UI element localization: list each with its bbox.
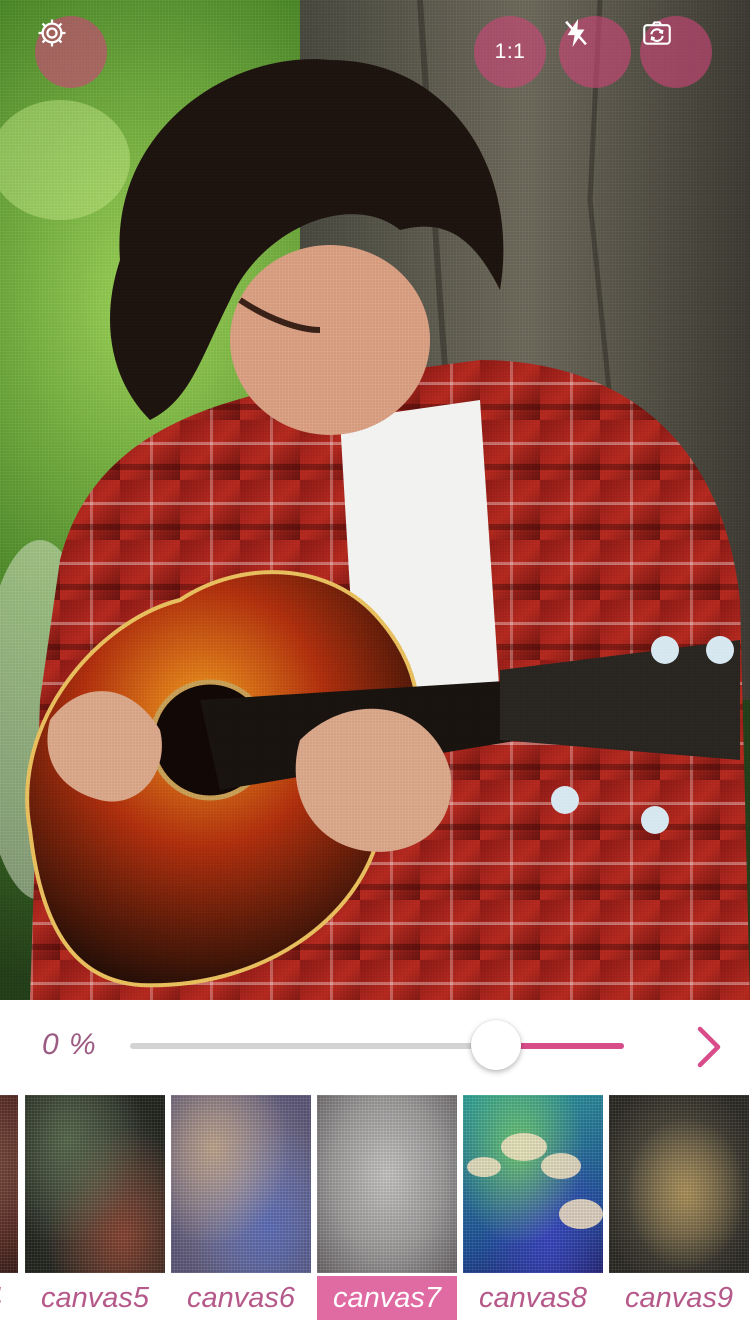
filter-thumbnail [171, 1095, 311, 1273]
filter-label: canvas4 [0, 1276, 18, 1320]
bokeh-spot [467, 1157, 501, 1177]
filter-label: canvas7 [317, 1276, 457, 1320]
flash-off-icon [565, 18, 587, 48]
intensity-slider-thumb[interactable] [470, 1020, 521, 1070]
intensity-control: 0 % [0, 1000, 750, 1095]
settings-button[interactable] [35, 16, 107, 88]
camera-preview[interactable]: 1:1 [0, 0, 750, 1000]
bokeh-spot [559, 1199, 603, 1229]
flip-camera-button[interactable] [640, 16, 712, 88]
flash-toggle-button[interactable] [559, 16, 631, 88]
filter-label: canvas6 [186, 1281, 295, 1314]
aspect-ratio-label: 1:1 [494, 40, 526, 63]
bokeh-spot [501, 1133, 547, 1161]
filter-thumbnail [317, 1095, 457, 1273]
aspect-ratio-button[interactable]: 1:1 [474, 16, 546, 88]
filter-label: canvas9 [624, 1281, 733, 1314]
filter-canvas9[interactable]: canvas9 [609, 1095, 749, 1325]
preview-photo [0, 0, 750, 1000]
filter-label: canvas5 [40, 1281, 149, 1314]
next-button[interactable] [686, 1024, 732, 1070]
filter-canvas7[interactable]: canvas7 [317, 1095, 457, 1325]
filter-canvas5[interactable]: canvas5 [25, 1095, 165, 1325]
camera-flip-icon [643, 21, 671, 45]
filter-thumbnail [609, 1095, 749, 1273]
gear-icon [38, 19, 66, 47]
filter-canvas6[interactable]: canvas6 [171, 1095, 311, 1325]
filter-canvas8[interactable]: canvas8 [463, 1095, 603, 1325]
filter-canvas4[interactable]: canvas4 [0, 1095, 18, 1325]
intensity-percent-label: 0 % [42, 1028, 97, 1061]
filter-strip[interactable]: canvas4 canvas5 canvas6 canvas7 canvas8 … [0, 1095, 750, 1334]
filter-thumbnail [0, 1095, 18, 1273]
chevron-right-icon [697, 1026, 721, 1068]
bokeh-spot [541, 1153, 581, 1179]
filter-label: canvas8 [478, 1281, 587, 1314]
intensity-slider[interactable] [130, 1043, 624, 1049]
filter-thumbnail [25, 1095, 165, 1273]
filter-thumbnail [463, 1095, 603, 1273]
